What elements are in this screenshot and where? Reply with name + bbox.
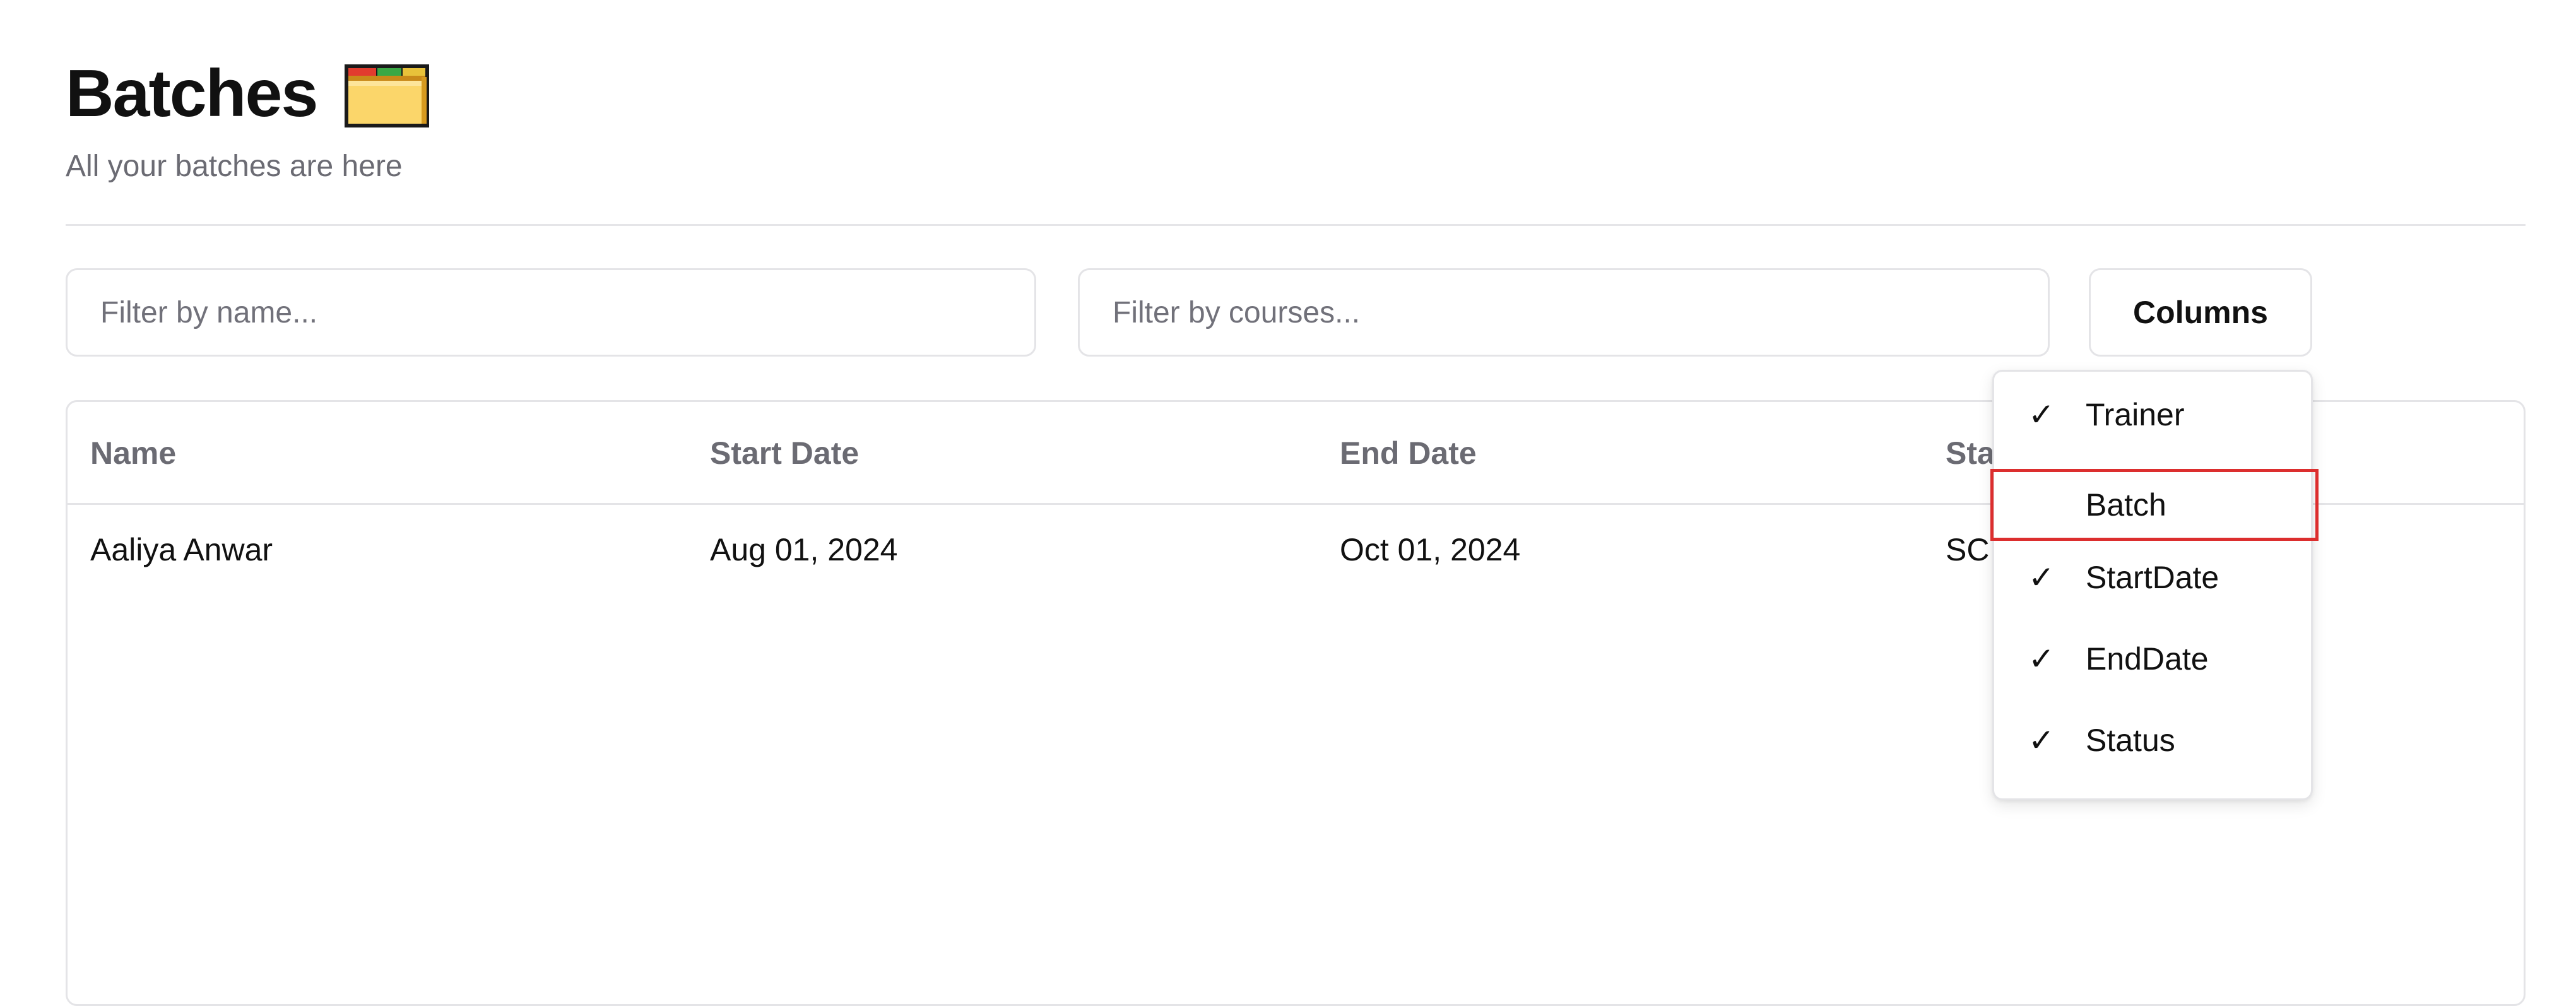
columns-button[interactable]: Columns [2089,268,2312,357]
check-icon: ✓ [2028,396,2055,433]
page-header: Batches All your batches are here [66,49,432,184]
cell-end-date: Oct 01, 2024 [1340,532,1521,567]
column-header-name[interactable]: Name [90,435,176,471]
filter-by-name-input[interactable] [66,268,1036,357]
menu-item-label: StartDate [2086,560,2219,595]
check-icon: ✓ [2028,722,2055,759]
check-icon: ✓ [2028,641,2055,677]
header-divider [66,224,2526,226]
check-icon: ✓ [2028,559,2055,596]
menu-item-batch[interactable]: Batch [1990,469,2319,541]
folder-icon [342,62,432,130]
columns-dropdown-menu: ✓ Trainer Batch ✓ StartDate ✓ EndDate ✓ … [1990,370,2319,800]
cell-status: SC [1946,532,1990,567]
menu-item-label: Status [2086,723,2175,758]
page-title: Batches [66,56,318,131]
column-header-end-date[interactable]: End Date [1340,435,1477,471]
title-row: Batches [66,49,432,138]
cell-name: Aaliya Anwar [90,532,273,567]
cell-start-date: Aug 01, 2024 [710,532,898,567]
column-header-status[interactable]: Sta [1946,435,1995,471]
menu-item-status[interactable]: ✓ Status [1994,702,2311,778]
filter-by-courses-input[interactable] [1078,268,2050,357]
page-subtitle: All your batches are here [66,150,403,183]
menu-item-label: Batch [2086,487,2166,523]
menu-item-startdate[interactable]: ✓ StartDate [1994,540,2311,615]
menu-item-trainer[interactable]: ✓ Trainer [1994,377,2311,453]
column-header-start-date[interactable]: Start Date [710,435,859,471]
menu-item-label: Trainer [2086,397,2185,432]
menu-item-label: EndDate [2086,641,2209,677]
menu-item-enddate[interactable]: ✓ EndDate [1994,621,2311,697]
